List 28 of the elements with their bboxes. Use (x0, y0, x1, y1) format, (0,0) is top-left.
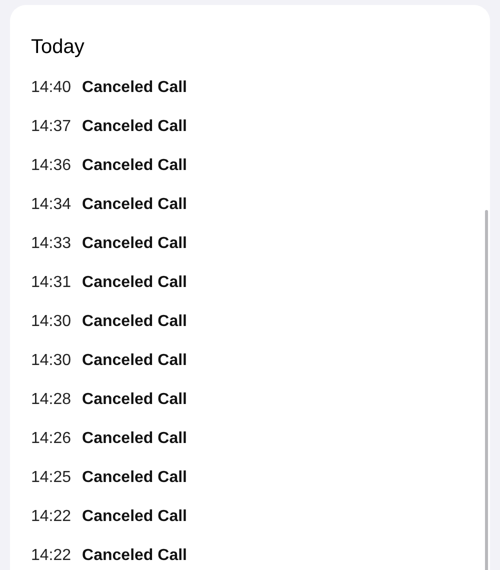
call-label: Canceled Call (82, 196, 187, 214)
call-time: 14:33 (31, 234, 72, 252)
call-time: 14:26 (31, 430, 72, 448)
call-label: Canceled Call (82, 352, 187, 370)
call-label: Canceled Call (82, 390, 187, 408)
scrollbar[interactable] (485, 210, 488, 570)
call-time: 14:25 (31, 468, 72, 486)
call-label: Canceled Call (82, 118, 187, 136)
call-time: 14:22 (31, 546, 72, 564)
call-label: Canceled Call (82, 274, 187, 292)
call-label: Canceled Call (82, 468, 187, 486)
section-title: Today (31, 35, 86, 59)
call-label: Canceled Call (82, 234, 187, 252)
call-label: Canceled Call (82, 312, 187, 330)
call-time: 14:37 (31, 118, 72, 136)
call-label: Canceled Call (82, 546, 187, 564)
call-time: 14:28 (31, 390, 72, 408)
call-label: Canceled Call (82, 508, 187, 526)
call-time: 14:30 (31, 312, 72, 330)
call-time: 14:36 (31, 156, 72, 174)
call-time: 14:30 (31, 352, 72, 370)
call-time: 14:34 (31, 196, 72, 214)
call-label: Canceled Call (82, 156, 187, 174)
call-time: 14:40 (31, 78, 72, 96)
call-label: Canceled Call (82, 430, 187, 448)
call-time: 14:22 (31, 508, 72, 526)
call-time: 14:31 (31, 274, 72, 292)
call-label: Canceled Call (82, 78, 187, 96)
